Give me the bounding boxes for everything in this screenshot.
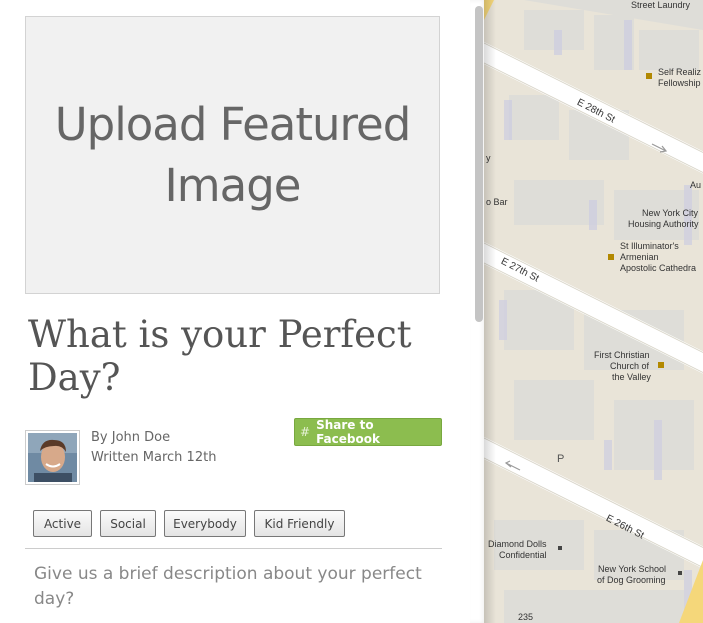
hash-icon: # <box>300 425 311 439</box>
upload-featured-image-area[interactable]: Upload Featured Image <box>25 16 440 294</box>
scrollbar-thumb[interactable] <box>475 6 483 322</box>
map-canvas <box>484 0 703 623</box>
map-label-apostolic-cathedral: Apostolic Cathedra <box>620 263 697 273</box>
author-byline: By John Doe Written March 12th <box>91 428 216 468</box>
map-label-nyc-housing-1: New York City <box>642 208 699 218</box>
map-label-fellowship: Fellowship <box>658 78 701 88</box>
author-avatar <box>25 430 80 485</box>
map-view[interactable]: Street Laundry Self Realiz Fellowship Au… <box>484 0 703 623</box>
tag-everybody[interactable]: Everybody <box>164 510 246 537</box>
map-label-armenian: Armenian <box>620 252 659 262</box>
map-label-ny-school: New York School <box>598 564 667 574</box>
tag-social[interactable]: Social <box>100 510 156 537</box>
map-label-st-illuminators: St Illuminator's <box>620 241 679 251</box>
map-label-nyc-housing-2: Housing Authority <box>628 219 699 229</box>
map-label-dog-grooming: of Dog Grooming <box>597 575 666 585</box>
description-input[interactable]: Give us a brief description about your p… <box>34 562 434 612</box>
map-label-bar: o Bar <box>486 197 508 207</box>
map-label-the-valley: the Valley <box>612 372 651 382</box>
map-label-confidential: Confidential <box>499 550 547 560</box>
post-editor-panel: Upload Featured Image What is your Perfe… <box>0 0 470 623</box>
divider <box>25 548 442 549</box>
map-label-y: y <box>486 153 491 163</box>
map-label-church-of: Church of <box>610 361 650 371</box>
share-to-facebook-button[interactable]: # Share to Facebook <box>294 418 442 446</box>
share-button-label: Share to Facebook <box>316 418 380 446</box>
upload-featured-image-label: Upload Featured Image <box>54 98 412 212</box>
map-label-diamond-dolls: Diamond Dolls <box>488 539 547 549</box>
map-label-self-realiz: Self Realiz <box>658 67 702 77</box>
post-date: Written March 12th <box>91 450 217 465</box>
post-title[interactable]: What is your Perfect Day? <box>28 313 448 399</box>
map-label-laundry: Street Laundry <box>631 0 691 10</box>
map-label-235: 235 <box>518 612 534 622</box>
avatar-photo-icon <box>28 433 77 482</box>
author-name: By John Doe <box>91 430 171 445</box>
parking-icon: P <box>557 453 565 465</box>
map-label-first-christian: First Christian <box>594 350 650 360</box>
tag-active[interactable]: Active <box>33 510 92 537</box>
tag-kid-friendly[interactable]: Kid Friendly <box>254 510 345 537</box>
map-label-au: Au <box>690 180 702 190</box>
